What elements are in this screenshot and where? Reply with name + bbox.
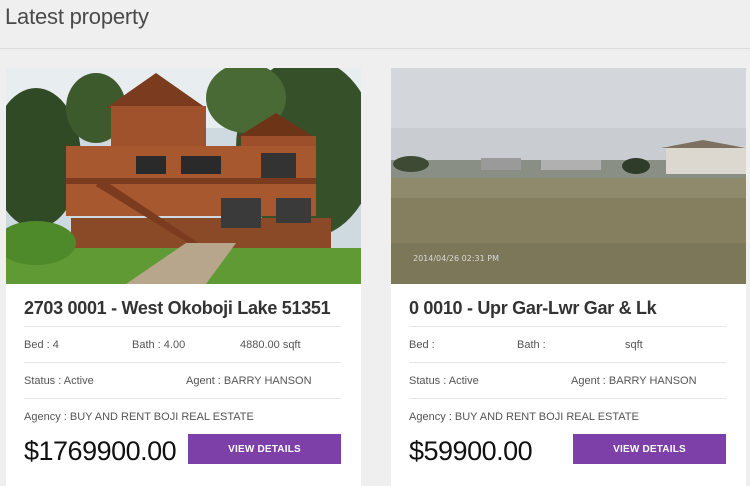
price-row: $59900.00 VIEW DETAILS bbox=[409, 434, 726, 484]
property-specs-row: Bed : 4 Bath : 4.00 4880.00 sqft bbox=[24, 326, 341, 362]
property-agency-row: Agency : BUY AND RENT BOJI REAL ESTATE bbox=[409, 398, 726, 434]
price-row: $1769900.00 VIEW DETAILS bbox=[24, 434, 341, 484]
agent-text: Agent : BARRY HANSON bbox=[571, 374, 697, 387]
status-text: Status : Active bbox=[24, 374, 94, 387]
property-photo[interactable] bbox=[391, 68, 746, 284]
property-title[interactable]: 2703 0001 - West Okoboji Lake 51351 bbox=[24, 298, 341, 326]
title-divider bbox=[0, 48, 750, 49]
property-specs-row: Bed : Bath : sqft bbox=[409, 326, 726, 362]
bed-count: Bed : bbox=[409, 338, 435, 351]
view-details-button[interactable]: VIEW DETAILS bbox=[188, 434, 341, 464]
status-text: Status : Active bbox=[409, 374, 479, 387]
square-footage: 4880.00 sqft bbox=[240, 338, 301, 351]
property-agency-row: Agency : BUY AND RENT BOJI REAL ESTATE bbox=[24, 398, 341, 434]
property-status-row: Status : Active Agent : BARRY HANSON bbox=[24, 362, 341, 398]
property-status-row: Status : Active Agent : BARRY HANSON bbox=[409, 362, 726, 398]
photo-timestamp: 2014/04/26 02:31 PM bbox=[413, 254, 499, 263]
property-card: 2014/04/26 02:31 PM 0 0010 - Upr Gar-Lwr… bbox=[391, 68, 746, 486]
agent-text: Agent : BARRY HANSON bbox=[186, 374, 312, 387]
agency-text: Agency : BUY AND RENT BOJI REAL ESTATE bbox=[24, 410, 254, 423]
section-title: Latest property bbox=[5, 4, 149, 29]
view-details-button[interactable]: VIEW DETAILS bbox=[573, 434, 726, 464]
bed-count: Bed : 4 bbox=[24, 338, 59, 351]
property-photo[interactable] bbox=[6, 68, 361, 284]
property-card: 2703 0001 - West Okoboji Lake 51351 Bed … bbox=[6, 68, 361, 486]
price: $1769900.00 bbox=[24, 436, 177, 466]
agency-text: Agency : BUY AND RENT BOJI REAL ESTATE bbox=[409, 410, 639, 423]
property-title[interactable]: 0 0010 - Upr Gar-Lwr Gar & Lk bbox=[409, 298, 726, 326]
square-footage: sqft bbox=[625, 338, 643, 351]
price: $59900.00 bbox=[409, 436, 533, 466]
bath-count: Bath : bbox=[517, 338, 546, 351]
bath-count: Bath : 4.00 bbox=[132, 338, 186, 351]
